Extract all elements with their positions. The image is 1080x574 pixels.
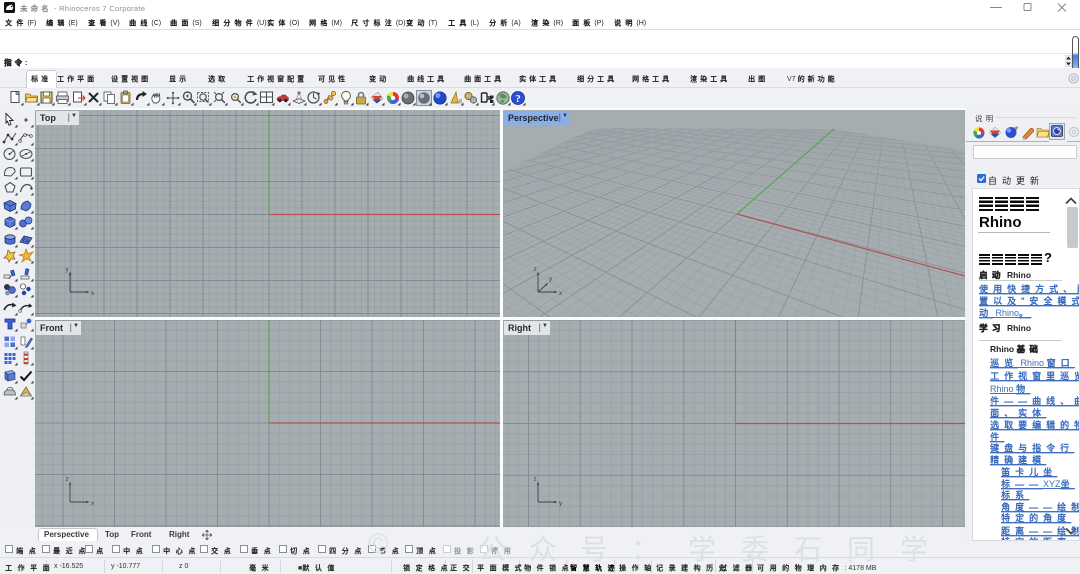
svg-text:x: x xyxy=(91,500,95,507)
svg-text:?: ? xyxy=(515,93,521,105)
svg-text:y: y xyxy=(549,276,553,283)
svg-text:y: y xyxy=(559,500,563,507)
svg-text:z: z xyxy=(534,266,537,273)
svg-text:x: x xyxy=(559,290,563,297)
svg-text:z: z xyxy=(534,476,537,483)
svg-text:z: z xyxy=(66,476,69,483)
svg-text:y: y xyxy=(66,266,70,273)
svg-text:x: x xyxy=(91,290,95,297)
